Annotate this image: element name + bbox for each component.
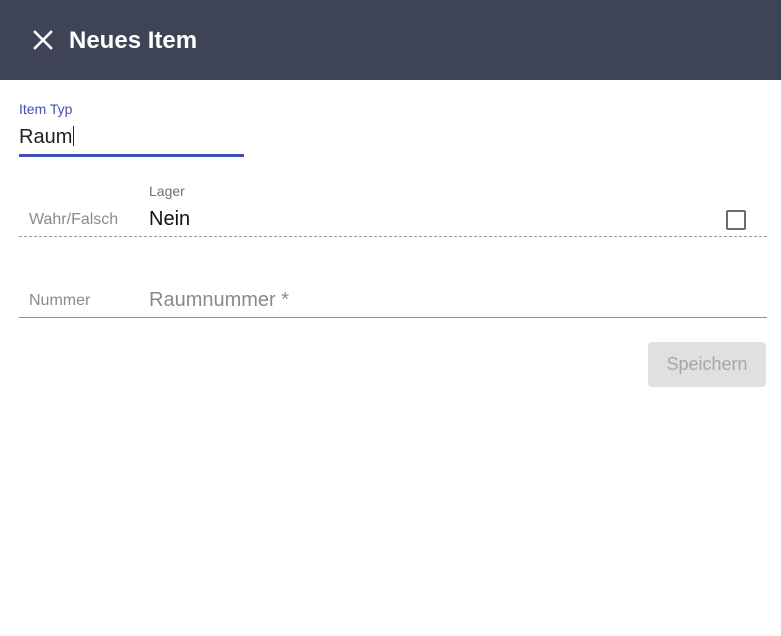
lager-divider: [19, 236, 767, 237]
item-type-value: Raum: [19, 126, 73, 148]
dialog-header: Neues Item: [0, 0, 781, 80]
item-type-underline: [19, 154, 244, 157]
text-caret: [73, 126, 75, 146]
item-type-select[interactable]: Raum: [19, 124, 75, 150]
room-number-underline: [19, 317, 767, 318]
bool-row-label: Wahr/Falsch: [29, 211, 119, 228]
close-button[interactable]: [29, 26, 57, 54]
close-icon: [33, 30, 53, 50]
save-button[interactable]: Speichern: [648, 342, 766, 387]
lager-label: Lager: [149, 183, 185, 199]
lager-checkbox[interactable]: [726, 210, 746, 230]
dialog-title: Neues Item: [69, 27, 198, 54]
item-type-label: Item Typ: [19, 101, 73, 117]
number-row-label: Nummer: [29, 292, 91, 309]
room-number-input[interactable]: [149, 284, 767, 316]
lager-value: Nein: [149, 208, 191, 230]
